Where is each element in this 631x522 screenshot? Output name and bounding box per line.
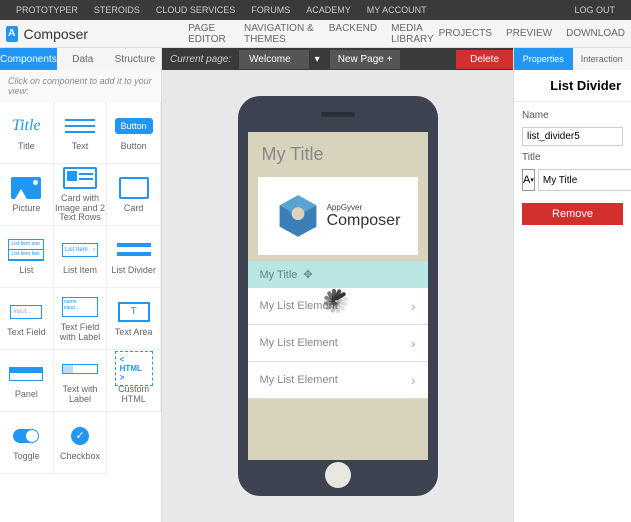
nav-academy[interactable]: ACADEMY [306,5,351,15]
tab-structure[interactable]: Structure [109,48,161,70]
nav-steroids[interactable]: STEROIDS [94,5,140,15]
comp-picture[interactable]: Picture [0,164,54,226]
comp-toggle[interactable]: Toggle [0,412,54,474]
comp-text-label[interactable]: Text with Label [54,350,108,412]
list-item-icon: List Item› [62,243,98,257]
format-button[interactable]: A▾ [522,169,535,191]
hint-text: Click on component to add it to your vie… [0,70,161,102]
comp-text-field[interactable]: input...Text Field [0,288,54,350]
name-label: Name [522,110,623,121]
chevron-right-icon: › [411,335,416,351]
title-input[interactable] [538,169,631,191]
remove-button[interactable]: Remove [522,203,623,225]
title-label: Title [522,152,623,163]
phone-speaker-icon [321,112,355,117]
nav-cloud[interactable]: CLOUD SERVICES [156,5,235,15]
chevron-right-icon: › [411,298,416,314]
properties-title: List Divider [514,70,631,102]
appgyver-logo-icon [275,193,321,239]
app-title: Composer [24,26,89,42]
title-icon: Title [12,117,40,135]
list-icon: List Item oneList Item two [8,239,44,261]
text-area-icon: T [118,302,150,322]
loading-spinner-icon [315,300,361,346]
list-row[interactable]: My List Element› [248,362,428,399]
logo-subtitle: AppGyver [327,203,401,212]
card-image-icon [63,167,97,189]
tab-data[interactable]: Data [57,48,109,70]
nav-prototyper[interactable]: PROTOTYPER [16,5,78,15]
text-field-icon: input... [10,305,42,319]
canvas-area: Current page: Welcome ▾ New Page + Delet… [162,48,513,522]
right-panel: Properties Interaction List Divider Name… [513,48,631,522]
new-page-button[interactable]: New Page + [330,50,401,69]
nav-forums[interactable]: FORUMS [251,5,290,15]
logout-link[interactable]: LOG OUT [574,5,615,15]
logo-card[interactable]: AppGyver Composer [258,177,418,255]
comp-list-divider[interactable]: List Divider [107,226,161,288]
left-panel: Components Data Structure Click on compo… [0,48,162,522]
list-divider-element[interactable]: My Title ✥ [248,261,428,288]
comp-custom-html[interactable]: < HTML >Custom HTML [107,350,161,412]
html-icon: < HTML > [115,351,153,386]
comp-list[interactable]: List Item oneList Item twoList [0,226,54,288]
delete-page-button[interactable]: Delete [456,50,513,69]
text-icon [65,117,95,135]
toggle-icon [13,429,39,443]
nav-preview[interactable]: PREVIEW [506,28,552,39]
phone-home-button-icon [325,462,351,488]
tab-components[interactable]: Components [0,48,57,70]
subnav-backend[interactable]: BACKEND [329,23,377,45]
nav-account[interactable]: MY ACCOUNT [367,5,427,15]
panel-icon [9,367,43,381]
page-dropdown-icon[interactable]: ▾ [309,54,326,65]
page-bar: Current page: Welcome ▾ New Page + Delet… [162,48,513,70]
card-icon [119,177,149,199]
top-nav: PROTOTYPER STEROIDS CLOUD SERVICES FORUM… [0,0,631,20]
name-input[interactable] [522,127,623,146]
app-header: A Composer PAGE EDITOR NAVIGATION & THEM… [0,20,631,48]
comp-text-area[interactable]: TText Area [107,288,161,350]
comp-panel[interactable]: Panel [0,350,54,412]
nav-projects[interactable]: PROJECTS [439,28,492,39]
subnav-page-editor[interactable]: PAGE EDITOR [188,23,230,45]
comp-button[interactable]: ButtonButton [107,102,161,164]
comp-text[interactable]: Text [54,102,108,164]
picture-icon [11,177,41,199]
comp-list-item[interactable]: List Item›List Item [54,226,108,288]
screen-title[interactable]: My Title [248,132,428,173]
nav-download[interactable]: DOWNLOAD [566,28,625,39]
chevron-down-icon: ▾ [530,176,534,184]
button-icon: Button [115,118,153,134]
list-divider-icon [117,241,151,259]
logo-title: Composer [327,212,401,230]
checkbox-icon: ✓ [71,427,89,445]
current-page-label: Current page: [162,54,239,65]
subnav-media[interactable]: MEDIA LIBRARY [391,23,439,45]
text-label-icon [62,364,98,374]
subnav-navigation[interactable]: NAVIGATION & THEMES [244,23,315,45]
comp-card-image[interactable]: Card with Image and 2 Text Rows [54,164,108,226]
tab-interaction[interactable]: Interaction [573,48,631,70]
tab-properties[interactable]: Properties [514,48,573,70]
comp-title[interactable]: TitleTitle [0,102,54,164]
text-field-label-icon: nameinput... [62,297,98,317]
move-icon: ✥ [303,268,312,281]
comp-checkbox[interactable]: ✓Checkbox [54,412,108,474]
chevron-right-icon: › [411,372,416,388]
page-selector[interactable]: Welcome [239,50,309,69]
comp-text-field-label[interactable]: nameinput...Text Field with Label [54,288,108,350]
comp-card[interactable]: Card [107,164,161,226]
logo-badge-icon: A [6,26,18,42]
